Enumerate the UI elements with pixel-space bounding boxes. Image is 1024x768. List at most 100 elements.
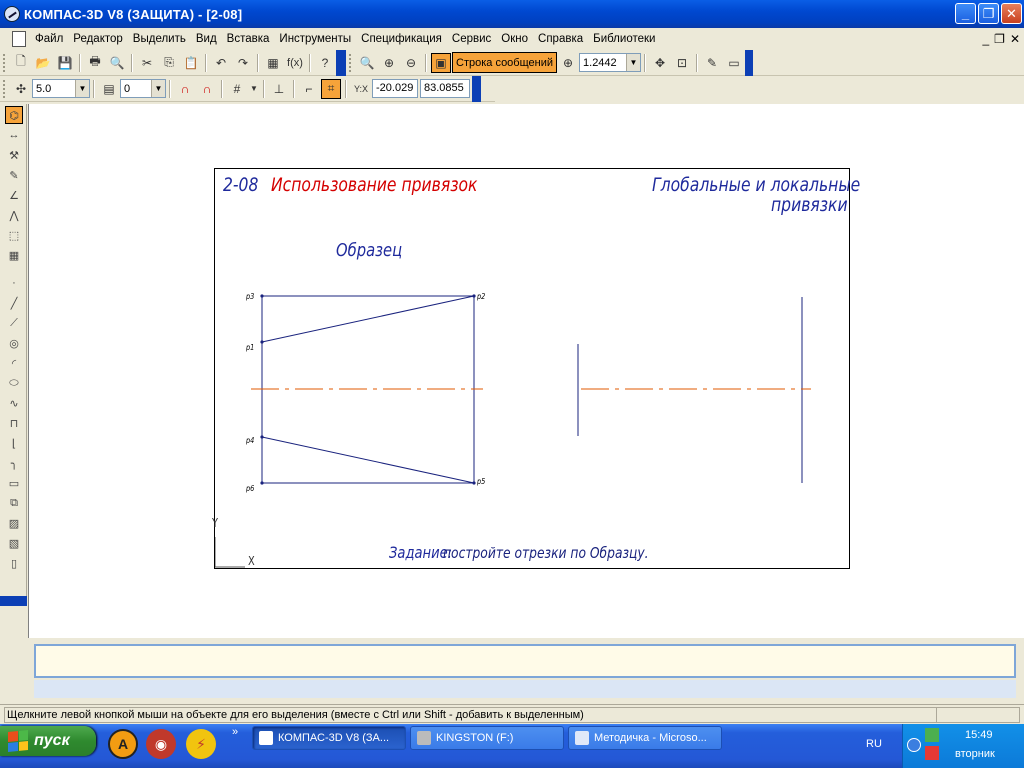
- cursor-step-icon[interactable]: ✣: [11, 79, 31, 99]
- close-button[interactable]: ✕: [1001, 3, 1022, 24]
- menu-tools[interactable]: Инструменты: [274, 33, 356, 45]
- rectangle-tool-icon[interactable]: ▭: [5, 474, 23, 492]
- taskbar-item-kingston[interactable]: KINGSTON (F:): [410, 726, 564, 750]
- menu-view[interactable]: Вид: [191, 33, 222, 45]
- arc-tool-icon[interactable]: ◜: [5, 354, 23, 372]
- menu-select[interactable]: Выделить: [128, 33, 191, 45]
- minimize-button[interactable]: _: [955, 3, 976, 24]
- language-indicator[interactable]: RU: [866, 738, 882, 750]
- document-icon[interactable]: [12, 31, 26, 47]
- circle-tool-icon[interactable]: ◎: [5, 334, 23, 352]
- tray-network-icon[interactable]: [925, 728, 939, 742]
- dimensions-tool-icon[interactable]: ↔: [5, 126, 23, 144]
- mdi-minimize-button[interactable]: _: [982, 32, 989, 46]
- taskbar-item-word[interactable]: Методичка - Microso...: [568, 726, 722, 750]
- grid-icon[interactable]: #: [227, 79, 247, 99]
- ellipse-tool-icon[interactable]: ⬭: [5, 374, 23, 392]
- coord-y-field[interactable]: 83.0855: [420, 79, 470, 98]
- step-combo[interactable]: 5.0 ▼: [32, 79, 90, 98]
- macro-tool-icon[interactable]: ▯: [5, 554, 23, 572]
- print-preview-icon[interactable]: 🔍: [107, 53, 127, 73]
- zoom-in-icon[interactable]: ⊕: [379, 53, 399, 73]
- origin-y-label: Y: [212, 516, 219, 530]
- menu-file[interactable]: Файл: [30, 33, 68, 45]
- hatch-tool-icon[interactable]: ▨: [5, 514, 23, 532]
- menu-insert[interactable]: Вставка: [222, 33, 275, 45]
- zoom-scale-icon[interactable]: ⊕: [558, 53, 578, 73]
- redo-icon[interactable]: ↷: [233, 53, 253, 73]
- segment-tool-icon[interactable]: ⟋: [5, 314, 23, 332]
- layers-icon[interactable]: ▤: [99, 79, 119, 99]
- snap-magnet-icon[interactable]: ∩: [175, 79, 195, 99]
- panel-icon[interactable]: ▭: [724, 53, 744, 73]
- edit-tool-icon[interactable]: ✎: [5, 166, 23, 184]
- coord-x-field[interactable]: -20.029: [372, 79, 418, 98]
- toolbar-grip[interactable]: [3, 53, 7, 72]
- tray-expand-icon[interactable]: [907, 738, 921, 752]
- open-folder-icon[interactable]: 📂: [33, 53, 53, 73]
- chevron-down-icon[interactable]: ▼: [75, 80, 89, 97]
- mdi-restore-button[interactable]: ❐: [994, 32, 1005, 46]
- equidistant-tool-icon[interactable]: ⧉: [5, 494, 23, 512]
- clock-time[interactable]: 15:49: [965, 729, 993, 741]
- chevron-down-icon[interactable]: ▼: [249, 79, 259, 99]
- nero-quicklaunch-icon[interactable]: ◉: [146, 729, 176, 759]
- point-tool-icon[interactable]: ·: [5, 274, 23, 292]
- new-document-icon[interactable]: 🗋: [11, 53, 31, 73]
- snap-local-icon[interactable]: ∩: [197, 79, 217, 99]
- designations-tool-icon[interactable]: ⚒: [5, 146, 23, 164]
- start-button[interactable]: пуск: [0, 726, 96, 756]
- mdi-close-button[interactable]: ✕: [1010, 32, 1020, 46]
- pan-icon[interactable]: ✥: [650, 53, 670, 73]
- polyline-tool-icon[interactable]: ⊓: [5, 414, 23, 432]
- tray-antivirus-icon[interactable]: [925, 746, 939, 760]
- autocad-quicklaunch-icon[interactable]: A: [108, 729, 138, 759]
- measure-tool-icon[interactable]: ⋀: [5, 206, 23, 224]
- geometry-tool-icon[interactable]: ⌬: [5, 106, 23, 124]
- menu-service[interactable]: Сервис: [447, 33, 496, 45]
- param-tool-icon[interactable]: ∠: [5, 186, 23, 204]
- save-icon[interactable]: 💾: [55, 53, 75, 73]
- spec-tool-icon[interactable]: ▦: [5, 246, 23, 264]
- flash-quicklaunch-icon[interactable]: ⚡: [186, 729, 216, 759]
- layer-combo[interactable]: 0 ▼: [120, 79, 166, 98]
- properties-icon[interactable]: ✎: [702, 53, 722, 73]
- round-icon[interactable]: ⌗: [321, 78, 341, 99]
- chamfer-tool-icon[interactable]: ⌊: [5, 434, 23, 452]
- manager-icon[interactable]: ▦: [263, 53, 283, 73]
- cut-icon[interactable]: ✂: [137, 53, 157, 73]
- menu-specification[interactable]: Спецификация: [356, 33, 447, 45]
- ortho-icon[interactable]: ⌐: [299, 79, 319, 99]
- select-tool-icon[interactable]: ⬚: [5, 226, 23, 244]
- variables-fx-icon[interactable]: f(x): [285, 53, 305, 73]
- undo-icon[interactable]: ↶: [211, 53, 231, 73]
- quicklaunch-more[interactable]: »: [232, 726, 238, 738]
- context-help-icon[interactable]: ?: [315, 53, 335, 73]
- spline-tool-icon[interactable]: ∿: [5, 394, 23, 412]
- menu-libraries[interactable]: Библиотеки: [588, 33, 660, 45]
- message-line-box[interactable]: [34, 644, 1016, 678]
- taskbar-item-kompas[interactable]: КОМПАС-3D V8 (ЗА...: [252, 726, 406, 750]
- message-line-button[interactable]: Строка сообщений: [452, 52, 558, 73]
- menu-edit[interactable]: Редактор: [68, 33, 128, 45]
- menu-window[interactable]: Окно: [496, 33, 533, 45]
- drawing-canvas[interactable]: 2-08 Использование привязок Глобальные и…: [28, 104, 1024, 638]
- kompas-app-icon[interactable]: [4, 6, 20, 22]
- zoom-icon[interactable]: 🔍: [357, 53, 377, 73]
- menu-help[interactable]: Справка: [533, 33, 588, 45]
- copy-icon[interactable]: ⎘: [159, 53, 179, 73]
- paste-icon[interactable]: 📋: [181, 53, 201, 73]
- message-line-icon[interactable]: ▣: [431, 52, 451, 73]
- chevron-down-icon[interactable]: ▼: [151, 80, 165, 97]
- zoom-out-icon[interactable]: ⊖: [401, 53, 421, 73]
- fill-tool-icon[interactable]: ▧: [5, 534, 23, 552]
- system-tray: 15:49 вторник: [902, 724, 1024, 768]
- maximize-button[interactable]: ❐: [978, 3, 999, 24]
- zoom-combo[interactable]: 1.2442 ▼: [579, 53, 642, 72]
- fillet-tool-icon[interactable]: ╮: [5, 454, 23, 472]
- print-icon[interactable]: 🖶: [85, 53, 105, 73]
- aux-line-tool-icon[interactable]: ╱: [5, 294, 23, 312]
- local-cs-icon[interactable]: ⊥: [269, 79, 289, 99]
- chevron-down-icon[interactable]: ▼: [626, 54, 641, 71]
- show-all-icon[interactable]: ⊡: [672, 53, 692, 73]
